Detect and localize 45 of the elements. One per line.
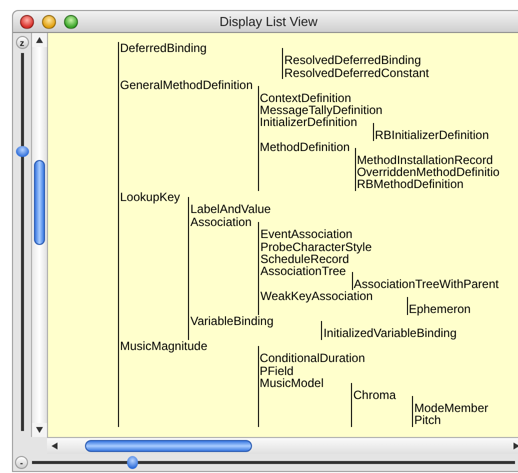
class-label: ContextDefinition [258, 92, 352, 104]
class-label: AssociationTree [259, 265, 347, 278]
class-label: RBInitializerDefinition [374, 128, 490, 142]
class-label: VariableBinding [189, 314, 275, 328]
class-label: DeferredBinding [119, 42, 208, 54]
horizontal-scrollbar[interactable] [47, 437, 518, 454]
class-label: EventAssociation [259, 228, 354, 240]
class-label: Pitch [413, 414, 442, 427]
class-label: ModeMember [413, 402, 490, 414]
scroll-up-icon[interactable] [32, 33, 47, 47]
class-label: OverriddenMethodDefinitio [356, 166, 500, 178]
class-label: WeakKeyAssociation [259, 290, 374, 303]
zoom-button[interactable] [64, 14, 78, 28]
class-label: ResolvedDeferredBinding [283, 54, 422, 67]
class-label: Association [189, 216, 253, 228]
class-label: Ephemeron [408, 302, 472, 315]
class-label: ResolvedDeferredConstant [283, 66, 430, 80]
slider-thumb[interactable] [127, 456, 138, 469]
class-label: LookupKey [119, 190, 182, 204]
class-label: MethodInstallationRecord [356, 154, 494, 166]
class-label: MethodDefinition [258, 141, 350, 154]
scroll-down-icon[interactable] [32, 423, 47, 437]
class-label: ProbeCharacterStyle [259, 240, 373, 253]
minimize-button[interactable] [42, 14, 56, 28]
close-button[interactable] [20, 14, 34, 28]
scroll-thumb[interactable] [34, 160, 45, 245]
class-label: MusicMagnitude [119, 340, 208, 352]
class-label: GeneralMethodDefinition [119, 79, 253, 92]
class-label: MusicModel [258, 376, 325, 390]
class-label: InitializerDefinition [258, 116, 358, 129]
class-label: ScheduleRecord [259, 252, 350, 266]
class-label: AssociationTreeWithParent [352, 278, 500, 290]
zoom-reset-button[interactable]: z [16, 36, 28, 49]
class-label: Chroma [352, 389, 397, 402]
class-label: MessageTallyDefinition [258, 104, 384, 116]
class-label: InitializedVariableBinding [322, 327, 458, 340]
class-label: LabelAndValue [189, 203, 272, 216]
slider-thumb[interactable] [16, 146, 28, 156]
window-title: Display List View [218, 14, 319, 29]
vertical-scrollbar[interactable] [31, 33, 48, 437]
scroll-thumb[interactable] [85, 440, 252, 452]
zoom-out-button[interactable]: - [15, 456, 28, 469]
class-label: PField [258, 364, 295, 377]
class-label: ConditionalDuration [258, 352, 366, 365]
class-label: RBMethodDefinition [356, 178, 465, 191]
